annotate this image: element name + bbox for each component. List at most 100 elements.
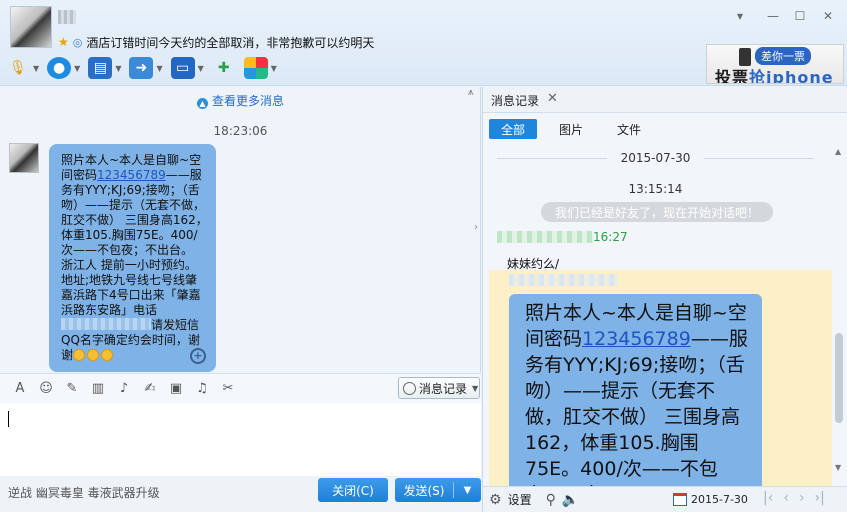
- zoom-in-icon[interactable]: +: [190, 348, 206, 364]
- gif-icon[interactable]: ▥: [88, 379, 108, 399]
- sender-time: 16:27: [593, 230, 628, 244]
- emoji-icon: [87, 349, 100, 361]
- scroll-up-icon[interactable]: ▲: [835, 147, 841, 156]
- history-time: 13:15:14: [628, 182, 683, 196]
- promo-banner[interactable]: 差你一票 投票抢iphone: [706, 44, 844, 84]
- minimize-button[interactable]: —: [762, 6, 784, 26]
- tab-message-history[interactable]: 消息记录: [491, 92, 543, 109]
- sender-name-redacted: [497, 231, 593, 243]
- chevron-down-icon: ▾: [736, 9, 744, 23]
- search-icon[interactable]: ⚲: [546, 492, 556, 508]
- history-text-2: ——服务有YYY;KJ;69;接吻；（舌吻）——提示（无套不做，肛交不做） 三围…: [525, 328, 748, 506]
- screen-share-icon: ▤: [88, 57, 113, 79]
- clock-icon: [403, 381, 416, 395]
- add-contact-button[interactable]: ✚: [212, 55, 236, 81]
- contact-avatar[interactable]: [10, 6, 52, 48]
- history-link[interactable]: 123456789: [582, 328, 691, 350]
- scroll-down-icon[interactable]: ▼: [835, 463, 841, 472]
- message-link[interactable]: 123456789: [97, 168, 166, 182]
- expand-panel-arrow-icon[interactable]: ›: [474, 222, 478, 233]
- speaker-icon[interactable]: 🔈: [562, 492, 579, 508]
- divider-line: [497, 157, 607, 159]
- contact-name-redacted: [58, 10, 76, 24]
- close-window-button[interactable]: ✕: [817, 6, 839, 26]
- next-page-icon[interactable]: ›: [799, 490, 805, 506]
- history-date: 2015-07-30: [620, 151, 691, 165]
- message-bubble[interactable]: 照片本人~本人是自聊~空间密码123456789——服务有YYY;KJ;69;接…: [49, 144, 216, 372]
- chevron-down-icon: ▼: [270, 63, 277, 73]
- sender-name-redacted: [509, 274, 619, 286]
- video-call-button[interactable]: ● ▼: [47, 55, 80, 81]
- history-bubble[interactable]: 照片本人~本人是自聊~空间密码123456789——服务有YYY;KJ;69;接…: [509, 294, 762, 512]
- star-icon: ★: [58, 35, 69, 49]
- history-scrollbar[interactable]: ▲ ▼: [833, 147, 845, 472]
- view-more-messages-link[interactable]: ▲ 查看更多消息: [0, 92, 481, 109]
- message-input[interactable]: [0, 403, 481, 476]
- promo-main-text: 投票抢iphone: [715, 64, 834, 84]
- prev-page-icon[interactable]: ‹: [783, 490, 789, 506]
- font-icon[interactable]: A: [10, 379, 30, 399]
- chevron-down-icon: ▼: [33, 63, 40, 73]
- history-navigation: |‹ ‹ › ›|: [763, 490, 825, 506]
- maximize-icon: ☐: [794, 9, 806, 23]
- close-button[interactable]: 关闭(C): [318, 478, 388, 502]
- promo-brand: 抢iphone: [749, 68, 834, 84]
- message-history-label: 消息记录: [419, 381, 468, 396]
- menu-dropdown-button[interactable]: ▾: [729, 6, 751, 26]
- filter-all[interactable]: 全部: [489, 119, 538, 139]
- file-transfer-icon: ➜: [129, 57, 154, 79]
- date-picker[interactable]: 2015-7-30: [673, 493, 748, 506]
- remote-desktop-icon: ▭: [170, 57, 195, 79]
- sender-avatar[interactable]: [9, 143, 39, 173]
- scissors-icon[interactable]: ✂: [218, 379, 238, 399]
- calendar-icon: [673, 493, 687, 506]
- history-filters: 全部 图片 文件: [489, 119, 653, 139]
- maximize-button[interactable]: ☐: [789, 6, 811, 26]
- music-icon[interactable]: ♫: [192, 379, 212, 399]
- divider-line: [704, 157, 814, 159]
- apps-grid-icon: [243, 57, 268, 79]
- filter-files[interactable]: 文件: [605, 119, 653, 139]
- microphone-icon: 🎙: [9, 60, 27, 76]
- magic-icon[interactable]: ✎: [62, 379, 82, 399]
- video-call-icon: ●: [47, 57, 72, 79]
- view-more-label: 查看更多消息: [211, 94, 284, 108]
- message-history-button[interactable]: 消息记录 ▼: [398, 377, 480, 399]
- send-button[interactable]: 发送(S) ▼: [395, 478, 481, 502]
- scroll-thumb[interactable]: [835, 333, 843, 423]
- status-ad-link[interactable]: 逆战 幽冥毒皇 毒液武器升级: [8, 484, 160, 501]
- message-text-2: ——服务有YYY;KJ;69;接吻；（舌吻）——提示（无套不做，肛交不做） 三围…: [61, 168, 208, 317]
- close-tab-icon[interactable]: ✕: [547, 91, 558, 106]
- voice-message-icon[interactable]: ♪: [114, 379, 134, 399]
- chevron-down-icon: ▼: [197, 63, 204, 73]
- screen-share-button[interactable]: ▤ ▼: [88, 55, 121, 81]
- voice-call-button[interactable]: 🎙 ▼: [6, 55, 39, 81]
- history-tab-bar: 消息记录 ✕: [483, 87, 847, 113]
- settings-label[interactable]: 设置: [508, 491, 532, 508]
- history-panel: 消息记录 ✕ 全部 图片 文件 2015-07-30 13:15:14 我们已经…: [482, 87, 847, 512]
- system-message: 我们已经是好友了，现在开始对话吧！: [541, 202, 773, 222]
- message-timestamp: 18:23:06: [213, 124, 268, 138]
- chevron-down-icon: ▼: [74, 63, 81, 73]
- footer-date: 2015-7-30: [691, 493, 748, 506]
- add-contact-icon: ✚: [217, 60, 230, 76]
- sender-line: 16:27: [497, 230, 628, 244]
- remote-desktop-button[interactable]: ▭ ▼: [170, 55, 204, 81]
- chevron-down-icon: ▼: [472, 383, 479, 393]
- filter-images[interactable]: 图片: [547, 119, 595, 139]
- file-transfer-button[interactable]: ➜ ▼: [129, 55, 163, 81]
- apps-button[interactable]: ▼: [243, 55, 277, 81]
- title-bar: ★ ◎ 酒店订错时间今天约的全部取消，非常抱歉可以约明天 ▾ — ☐ ✕ 🎙 ▼ …: [0, 0, 847, 86]
- emoji-icon: [101, 349, 114, 361]
- edit-icon[interactable]: ✍: [140, 379, 160, 399]
- gear-icon[interactable]: ⚙: [489, 492, 502, 508]
- qzone-icon[interactable]: ◎: [73, 36, 83, 49]
- send-options-icon[interactable]: ▼: [454, 485, 481, 496]
- first-page-icon[interactable]: |‹: [763, 490, 773, 506]
- image-icon[interactable]: ▣: [166, 379, 186, 399]
- history-bottom-bar: ⚙ 设置 ⚲ 🔈 2015-7-30 |‹ ‹ › ›|: [483, 486, 847, 512]
- emoji-icon[interactable]: ☺: [36, 379, 56, 399]
- signature-row: ★ ◎ 酒店订错时间今天约的全部取消，非常抱歉可以约明天: [58, 33, 374, 51]
- redacted-phone: [61, 318, 151, 330]
- last-page-icon[interactable]: ›|: [815, 490, 825, 506]
